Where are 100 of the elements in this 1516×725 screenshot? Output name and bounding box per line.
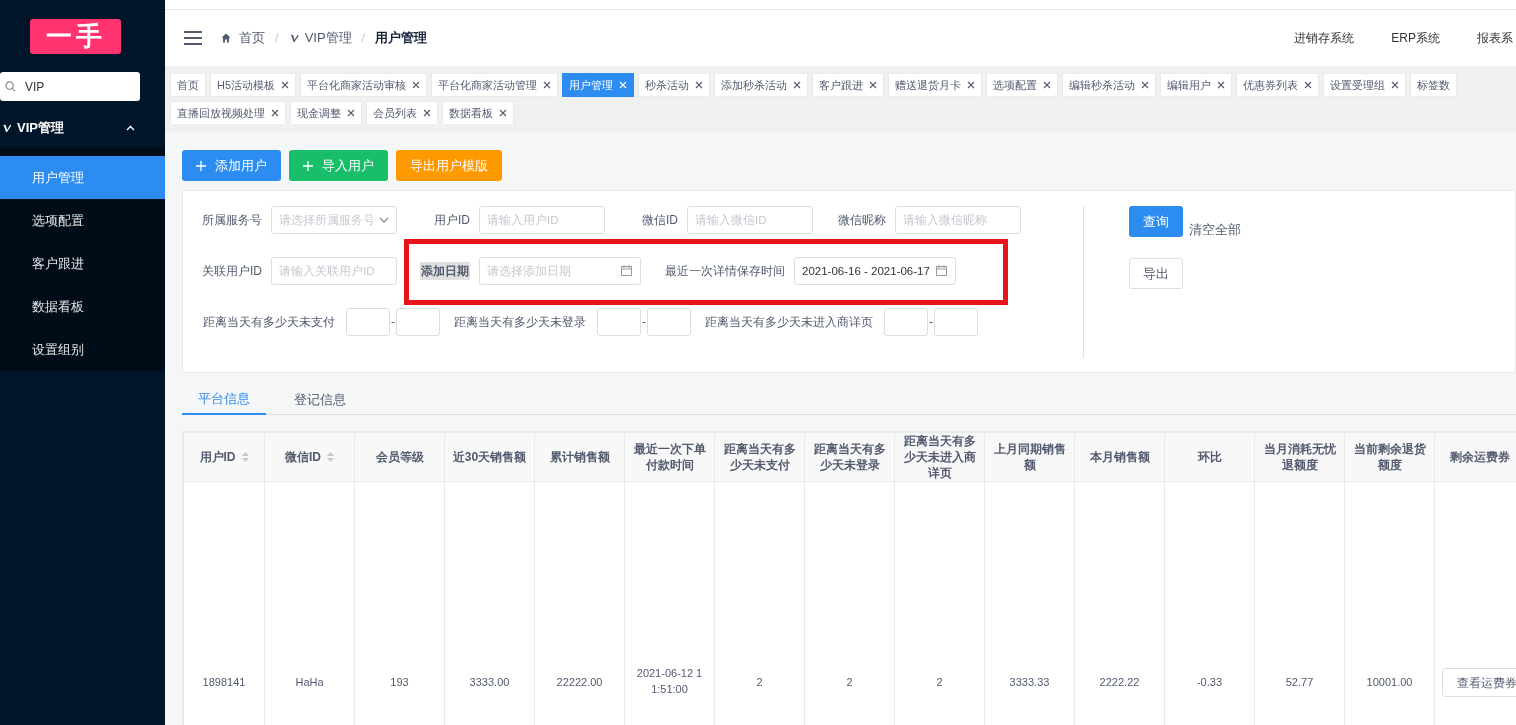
close-icon[interactable] (1391, 81, 1400, 89)
number-field[interactable] (647, 308, 691, 336)
field-label: 用户ID (434, 212, 470, 229)
column-header: 距离当天有多少天未进入商详页 (902, 433, 977, 481)
system-link[interactable]: 报表系 (1477, 29, 1513, 47)
field-label: 添加日期 (420, 262, 470, 280)
table-cell-text: 2021-06-12 11:51:00 (635, 666, 704, 697)
column-header: 最近一次下单付款时间 (632, 441, 707, 473)
logo: 一手 (30, 19, 121, 54)
filter-button[interactable]: 导出 (1129, 258, 1183, 289)
breadcrumb-link[interactable]: 首页 (239, 28, 265, 48)
number-field[interactable] (396, 308, 440, 336)
close-icon[interactable] (1043, 81, 1052, 89)
page-tab[interactable]: 现金调整 (290, 101, 362, 125)
field-label: 关联用户ID (202, 263, 262, 280)
column-header: 微信ID (285, 449, 321, 465)
close-icon[interactable] (967, 81, 976, 89)
page-tab[interactable]: 客户跟进 (812, 73, 885, 97)
field-label: 最近一次详情保存时间 (665, 263, 785, 280)
home-icon (221, 33, 231, 43)
close-icon[interactable] (499, 109, 507, 117)
system-link[interactable]: 进销存系统 (1294, 29, 1355, 47)
range-separator: - (390, 315, 396, 329)
page-tab[interactable]: 数据看板 (442, 101, 514, 125)
breadcrumb-separator: / (361, 29, 366, 48)
calendar-icon (621, 265, 632, 276)
column-header: 距离当天有多少天未支付 (722, 441, 797, 473)
sidebar-item[interactable]: 数据看板 (0, 285, 165, 328)
close-icon[interactable] (423, 109, 431, 117)
column-header: 本月销售额 (1089, 449, 1150, 465)
page-tab[interactable]: 会员列表 (366, 101, 438, 125)
table-cell-text: 3333.00 (469, 674, 510, 690)
table-cell-text: HaHa (295, 674, 324, 690)
plus-icon (303, 160, 313, 171)
menu-group[interactable]: VIP管理 (0, 114, 165, 142)
close-icon[interactable] (271, 109, 279, 117)
date-field[interactable]: 2021-06-16 - 2021-06-17 (794, 257, 956, 285)
number-field[interactable] (934, 308, 978, 336)
page-tab[interactable]: 赠送退货月卡 (888, 73, 983, 97)
page-tab[interactable]: 秒杀活动 (638, 73, 711, 97)
column-header: 近30天销售额 (452, 449, 527, 465)
page-tab[interactable]: 平台化商家活动管理 (431, 73, 559, 97)
v-logo-icon (288, 33, 300, 43)
chevron-down-icon (379, 217, 389, 223)
close-icon[interactable] (1304, 81, 1313, 89)
close-icon[interactable] (793, 81, 802, 89)
close-icon[interactable] (347, 109, 355, 117)
table-cell-text: 2 (936, 674, 943, 690)
close-icon[interactable] (869, 81, 878, 89)
system-link[interactable]: ERP系统 (1391, 29, 1440, 47)
table-cell-text: 22222.00 (556, 674, 603, 690)
close-icon[interactable] (281, 81, 290, 89)
number-field[interactable] (346, 308, 390, 336)
page-tab[interactable]: H5活动模板 (210, 73, 297, 97)
search-field[interactable]: VIP (0, 72, 140, 101)
number-field[interactable] (884, 308, 928, 336)
page-tab[interactable]: 直播回放视频处理 (170, 101, 286, 125)
page-tab[interactable]: 选项配置 (986, 73, 1059, 97)
plus-icon (196, 160, 206, 171)
close-icon[interactable] (695, 81, 704, 89)
column-header: 当月消耗无忧退额度 (1262, 441, 1337, 473)
view-coupons-button[interactable]: 查看运费券 (1442, 668, 1516, 697)
page-tab[interactable]: 标签数 (1410, 73, 1458, 97)
close-icon[interactable] (543, 81, 552, 89)
calendar-icon (936, 265, 947, 276)
page-tab[interactable]: 首页 (170, 73, 206, 97)
close-icon[interactable] (1217, 81, 1226, 89)
sidebar-item[interactable]: 设置组别 (0, 328, 165, 371)
number-field[interactable] (597, 308, 641, 336)
column-header: 上月同期销售额 (992, 441, 1067, 473)
table-cell-text: 2 (846, 674, 853, 690)
sidebar-item[interactable]: 选项配置 (0, 199, 165, 242)
column-header: 剩余运费券 (1449, 449, 1510, 465)
range-separator: - (928, 315, 934, 329)
close-icon[interactable] (412, 81, 421, 89)
column-header: 用户ID (199, 449, 236, 465)
field-label: 距离当天有多少天未支付 (203, 314, 335, 331)
table-cell-text: 3333.33 (1009, 674, 1050, 690)
clear-link[interactable]: 清空全部 (1189, 219, 1241, 239)
table-cell-text: 1898141 (202, 674, 246, 690)
page-tab[interactable]: 优惠券列表 (1236, 73, 1320, 97)
page-tab[interactable]: 添加秒杀活动 (714, 73, 809, 97)
info-tab[interactable]: 登记信息 (278, 384, 362, 415)
page-tab[interactable]: 平台化商家活动审核 (300, 73, 428, 97)
breadcrumb-link[interactable]: 用户管理 (375, 28, 428, 48)
table-cell-text: 193 (390, 674, 409, 690)
table-cell-text: 10001.00 (1366, 674, 1413, 690)
field-label: 距离当天有多少天未进入商详页 (705, 314, 873, 331)
sidebar-item[interactable]: 客户跟进 (0, 242, 165, 285)
breadcrumb-separator: / (275, 29, 279, 48)
page-tab[interactable]: 设置受理组 (1323, 73, 1407, 97)
menu-icon[interactable] (184, 31, 202, 45)
breadcrumb-link[interactable]: VIP管理 (304, 28, 352, 48)
table-cell-text: -0.33 (1196, 674, 1223, 690)
column-header: 累计销售额 (549, 449, 610, 465)
close-icon[interactable] (1141, 81, 1150, 89)
range-separator: - (641, 315, 647, 329)
page-tab[interactable]: 编辑秒杀活动 (1062, 73, 1157, 97)
page-tab[interactable]: 编辑用户 (1160, 73, 1233, 97)
column-header: 距离当天有多少天未登录 (812, 441, 887, 473)
